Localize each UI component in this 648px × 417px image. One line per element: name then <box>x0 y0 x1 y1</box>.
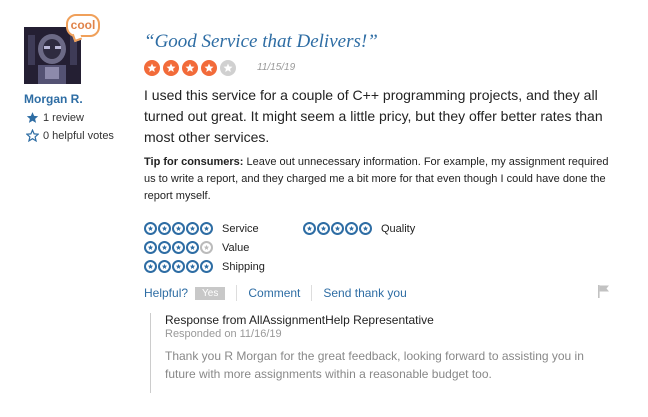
star-outline-filled-icon <box>144 222 157 235</box>
review-actions: Helpful? Yes Comment Send thank you <box>144 285 407 301</box>
reviewer-name[interactable]: Morgan R. <box>24 92 83 106</box>
comment-link[interactable]: Comment <box>248 286 300 300</box>
star-outline-filled-icon <box>345 222 358 235</box>
flag-icon[interactable] <box>597 285 610 303</box>
helpful-votes: 0 helpful votes <box>26 129 114 142</box>
yes-button[interactable]: Yes <box>195 286 226 300</box>
star-outline-filled-icon <box>200 222 213 235</box>
send-thank-you-link[interactable]: Send thank you <box>323 286 406 300</box>
star-filled-icon <box>144 60 160 76</box>
star-outline-filled-icon <box>144 260 157 273</box>
star-outline-filled-icon <box>331 222 344 235</box>
star-outline-filled-icon <box>200 260 213 273</box>
rating-shipping: Shipping <box>144 260 265 273</box>
value-label: Value <box>222 241 250 254</box>
star-outline-filled-icon <box>303 222 316 235</box>
cool-badge: cool <box>66 14 100 37</box>
value-stars <box>144 241 213 254</box>
helpful-votes-text: 0 helpful votes <box>43 129 114 142</box>
star-outline-filled-icon <box>317 222 330 235</box>
consumer-tip: Tip for consumers: Leave out unnecessary… <box>144 154 614 205</box>
review-body: I used this service for a couple of C++ … <box>144 87 603 145</box>
helpful-label: Helpful? <box>144 286 189 300</box>
overall-rating <box>144 60 236 76</box>
quality-label: Quality <box>381 222 416 235</box>
rating-quality: Quality <box>303 222 415 235</box>
star-outline-filled-icon <box>158 260 171 273</box>
response-heading: Response from AllAssignmentHelp Represen… <box>165 313 434 327</box>
star-filled-icon <box>163 60 179 76</box>
review-title: “Good Service that Delivers!” <box>144 31 378 52</box>
star-filled-icon <box>201 60 217 76</box>
star-icon <box>26 112 39 123</box>
star-outline-filled-icon <box>186 241 199 254</box>
response-body: Thank you R Morgan for the great feedbac… <box>165 349 584 381</box>
service-label: Service <box>222 222 259 235</box>
star-outline-filled-icon <box>172 241 185 254</box>
review-date: 11/15/19 <box>257 62 296 73</box>
shipping-stars <box>144 260 213 273</box>
star-outline-filled-icon <box>186 222 199 235</box>
tip-label: Tip for consumers: <box>144 156 244 168</box>
star-outline-filled-icon <box>359 222 372 235</box>
star-filled-icon <box>182 60 198 76</box>
star-empty-icon <box>220 60 236 76</box>
review-count-text: 1 review <box>43 111 84 124</box>
star-outline-filled-icon <box>186 260 199 273</box>
star-outline-filled-icon <box>172 222 185 235</box>
star-outline-filled-icon <box>144 241 157 254</box>
review-count: 1 review <box>26 111 84 124</box>
response-date: Responded on 11/16/19 <box>165 328 282 340</box>
business-response: Response from AllAssignmentHelp Represen… <box>150 313 625 393</box>
star-outline-filled-icon <box>158 241 171 254</box>
rating-value: Value <box>144 241 249 254</box>
star-outline-filled-icon <box>158 222 171 235</box>
star-outline-empty-icon <box>200 241 213 254</box>
shipping-label: Shipping <box>222 260 265 273</box>
service-stars <box>144 222 213 235</box>
star-outline-filled-icon <box>172 260 185 273</box>
divider <box>236 285 238 301</box>
quality-stars <box>303 222 372 235</box>
rating-service: Service <box>144 222 259 235</box>
star-outline-icon <box>26 129 39 142</box>
divider <box>311 285 313 301</box>
